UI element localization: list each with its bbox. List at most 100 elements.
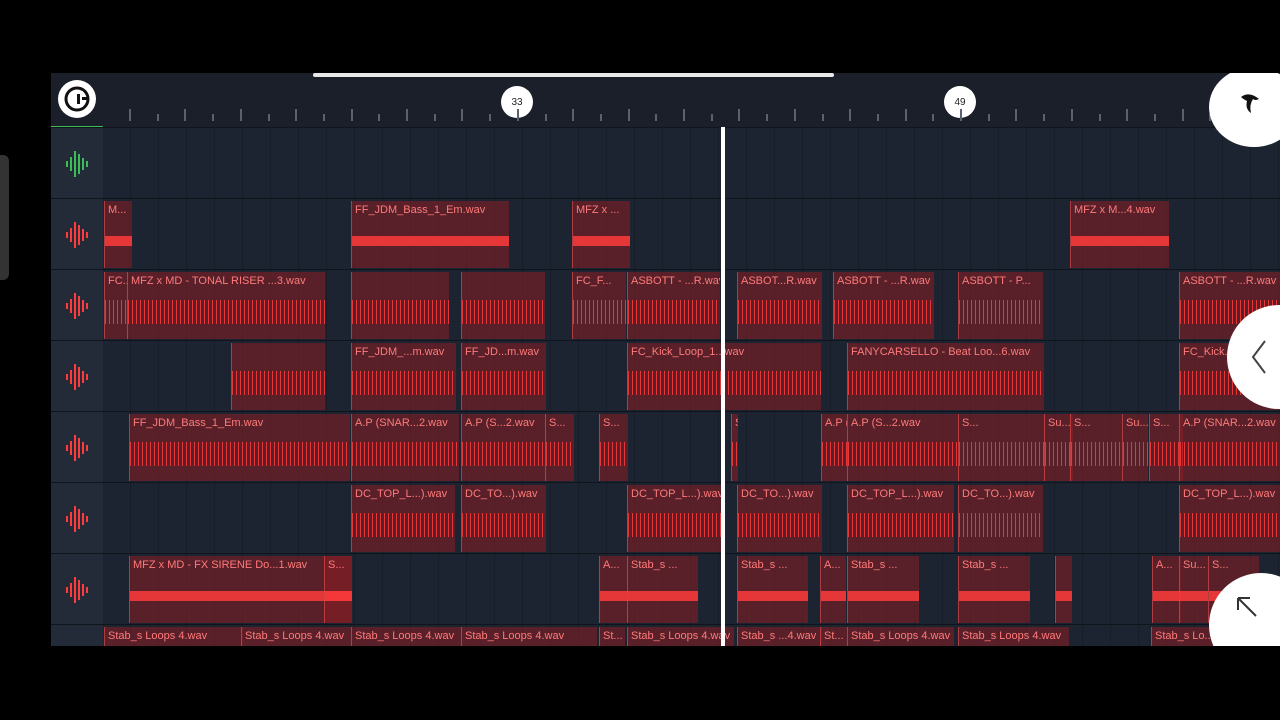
track-header[interactable] (51, 199, 104, 270)
clip-label: Stab_s ... (962, 559, 1009, 571)
playhead[interactable] (721, 127, 725, 646)
horizontal-scrollbar[interactable] (313, 73, 834, 77)
audio-clip[interactable]: DC_TOP_L...).wav (627, 485, 721, 552)
audio-clip[interactable]: FC... (104, 272, 128, 339)
track-header[interactable] (51, 128, 104, 199)
audio-clip[interactable]: A.P (S...2.wav (847, 414, 959, 481)
audio-clip[interactable]: Su... (1179, 556, 1208, 623)
playlist-lane[interactable]: DC_TOP_L...).wav DC_TO...).wav DC_TOP_L...… (51, 482, 1280, 554)
fl-logo-button[interactable] (58, 80, 96, 118)
playlist-lane[interactable]: FF_JDM_Bass_1_Em.wav A.P (SNAR...2.wav A.P… (51, 411, 1280, 483)
playlist-lane[interactable]: FF_JDM_...m.wav FF_JD...m.wav FC_Kick_Loop… (51, 340, 1280, 412)
track-header[interactable] (51, 341, 104, 412)
audio-clip[interactable]: Stab_s ... (627, 556, 698, 623)
audio-clip[interactable]: DC_TO...).wav (461, 485, 546, 552)
clip-waveform (848, 442, 959, 466)
timeline-ruler[interactable]: 33 49 (51, 73, 1280, 147)
audio-clip[interactable]: Stab_s Loops 4.wav (958, 627, 1069, 646)
audio-clip[interactable]: A... (599, 556, 628, 623)
audio-clip[interactable]: MFZ x M...4.wav (1070, 201, 1169, 268)
audio-clip[interactable]: FC_F... (572, 272, 626, 339)
clip-label: S... (735, 417, 738, 429)
audio-clip[interactable]: S... (545, 414, 574, 481)
playlist-lane[interactable]: FC...MFZ x MD - TONAL RISER ...3.wav FC_F… (51, 269, 1280, 341)
audio-clip[interactable]: ASBOTT - ...R.wav (833, 272, 934, 339)
audio-clip[interactable]: DC_TOP_L...).wav (1179, 485, 1280, 552)
ruler-tick (156, 114, 159, 121)
track-header[interactable] (51, 554, 104, 625)
playlist-lane[interactable] (51, 127, 1280, 199)
audio-clip[interactable]: Su... (1122, 414, 1148, 481)
audio-clip[interactable]: Stab_s Loops 4.wav (104, 627, 243, 646)
ruler-tick (904, 109, 907, 121)
audio-clip[interactable]: MFZ x MD - FX SIRENE Do...1.wav (129, 556, 352, 623)
audio-clip[interactable] (1055, 556, 1072, 623)
audio-clip[interactable]: Stab_s Loops 4.wav (847, 627, 954, 646)
audio-clip[interactable]: A.P (SNA...2.wav (821, 414, 847, 481)
audio-clip[interactable]: A... (1152, 556, 1181, 623)
clip-waveform (573, 300, 626, 324)
audio-clip[interactable]: ASBOTT - ...R.wav (627, 272, 720, 339)
audio-clip[interactable]: Stab_s Loops 4.wav (627, 627, 734, 646)
track-header[interactable] (51, 625, 104, 646)
audio-clip[interactable]: ASBOT...R.wav (737, 272, 822, 339)
audio-clip[interactable]: Stab_s ... (958, 556, 1030, 623)
audio-clip[interactable]: S... (599, 414, 628, 481)
audio-clip[interactable]: St... (599, 627, 625, 646)
waveform-icon (66, 363, 88, 390)
audio-clip[interactable]: Su... (1044, 414, 1073, 481)
audio-clip[interactable]: M... (104, 201, 132, 268)
audio-clip[interactable]: A.P (S...2.wav (461, 414, 546, 481)
playlist-lane[interactable]: Stab_s Loops 4.wav Stab_s Loops 4.wav Stab… (51, 624, 1280, 646)
clip-label: S... (549, 417, 566, 429)
audio-clip[interactable] (231, 343, 325, 410)
track-header[interactable] (51, 270, 104, 341)
playlist-lane[interactable]: M... FF_JDM_Bass_1_Em.wav MFZ x ... MFZ x M… (51, 198, 1280, 270)
ruler-tick (461, 109, 464, 121)
clip-label: St... (603, 630, 623, 642)
audio-clip[interactable]: A... (820, 556, 846, 623)
clip-waveform (848, 371, 1044, 395)
clip-waveform (959, 584, 1030, 608)
waveform-icon (66, 150, 88, 177)
audio-clip[interactable]: FF_JDM_Bass_1_Em.wav (351, 201, 509, 268)
ruler-tick (489, 114, 492, 121)
audio-clip[interactable]: FF_JD...m.wav (461, 343, 546, 410)
audio-clip[interactable]: MFZ x MD - TONAL RISER ...3.wav (127, 272, 325, 339)
audio-clip[interactable]: Stab_s ... (847, 556, 919, 623)
audio-clip[interactable] (351, 272, 449, 339)
audio-clip[interactable]: FANYCARSELLO - Beat Loo...6.wav (847, 343, 1044, 410)
audio-clip[interactable]: S... (324, 556, 352, 623)
ruler-tick (544, 114, 547, 121)
clip-waveform (1123, 442, 1148, 466)
track-header[interactable] (51, 412, 104, 483)
audio-clip[interactable]: ASBOTT - P... (958, 272, 1043, 339)
audio-clip[interactable]: A.P (SNAR...2.wav (1179, 414, 1280, 481)
audio-clip[interactable]: FF_JDM_Bass_1_Em.wav (129, 414, 350, 481)
audio-clip[interactable]: DC_TOP_L...).wav (351, 485, 455, 552)
waveform-icon (64, 646, 90, 647)
audio-clip[interactable]: DC_TOP_L...).wav (847, 485, 954, 552)
audio-clip[interactable]: St... (820, 627, 848, 646)
audio-clip[interactable]: Stab_s Loops 4.wav (241, 627, 352, 646)
audio-clip[interactable]: S... (958, 414, 1045, 481)
clip-label: FANYCARSELLO - Beat Loo...6.wav (851, 346, 1031, 358)
ruler-tick (378, 114, 381, 121)
audio-clip[interactable]: S... (731, 414, 738, 481)
audio-clip[interactable]: Stab_s Loops 4.wav (461, 627, 597, 646)
audio-clip[interactable] (461, 272, 545, 339)
clip-waveform (738, 584, 808, 608)
audio-clip[interactable]: DC_TO...).wav (958, 485, 1043, 552)
audio-clip[interactable]: Stab_s Loops 4.wav (351, 627, 462, 646)
clip-waveform (128, 300, 325, 324)
audio-clip[interactable]: A.P (SNAR...2.wav (351, 414, 459, 481)
audio-clip[interactable]: FF_JDM_...m.wav (351, 343, 456, 410)
track-header[interactable] (51, 483, 104, 554)
audio-clip[interactable]: Stab_s ...4.wav (737, 627, 822, 646)
audio-clip[interactable]: MFZ x ... (572, 201, 630, 268)
audio-clip[interactable]: S... (1070, 414, 1122, 481)
audio-clip[interactable]: S... (1149, 414, 1183, 481)
audio-clip[interactable]: Stab_s ... (737, 556, 808, 623)
playlist-lane[interactable]: MFZ x MD - FX SIRENE Do...1.wav S... A... S… (51, 553, 1280, 625)
audio-clip[interactable]: DC_TO...).wav (737, 485, 822, 552)
